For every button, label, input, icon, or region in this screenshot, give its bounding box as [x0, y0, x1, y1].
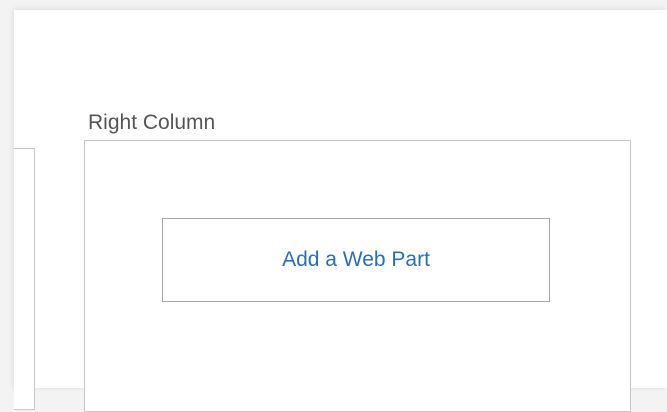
add-web-part-label: Add a Web Part [282, 248, 430, 271]
right-column-title: Right Column [88, 111, 216, 134]
left-column-zone [14, 148, 35, 410]
add-web-part-button[interactable]: Add a Web Part [162, 218, 550, 302]
